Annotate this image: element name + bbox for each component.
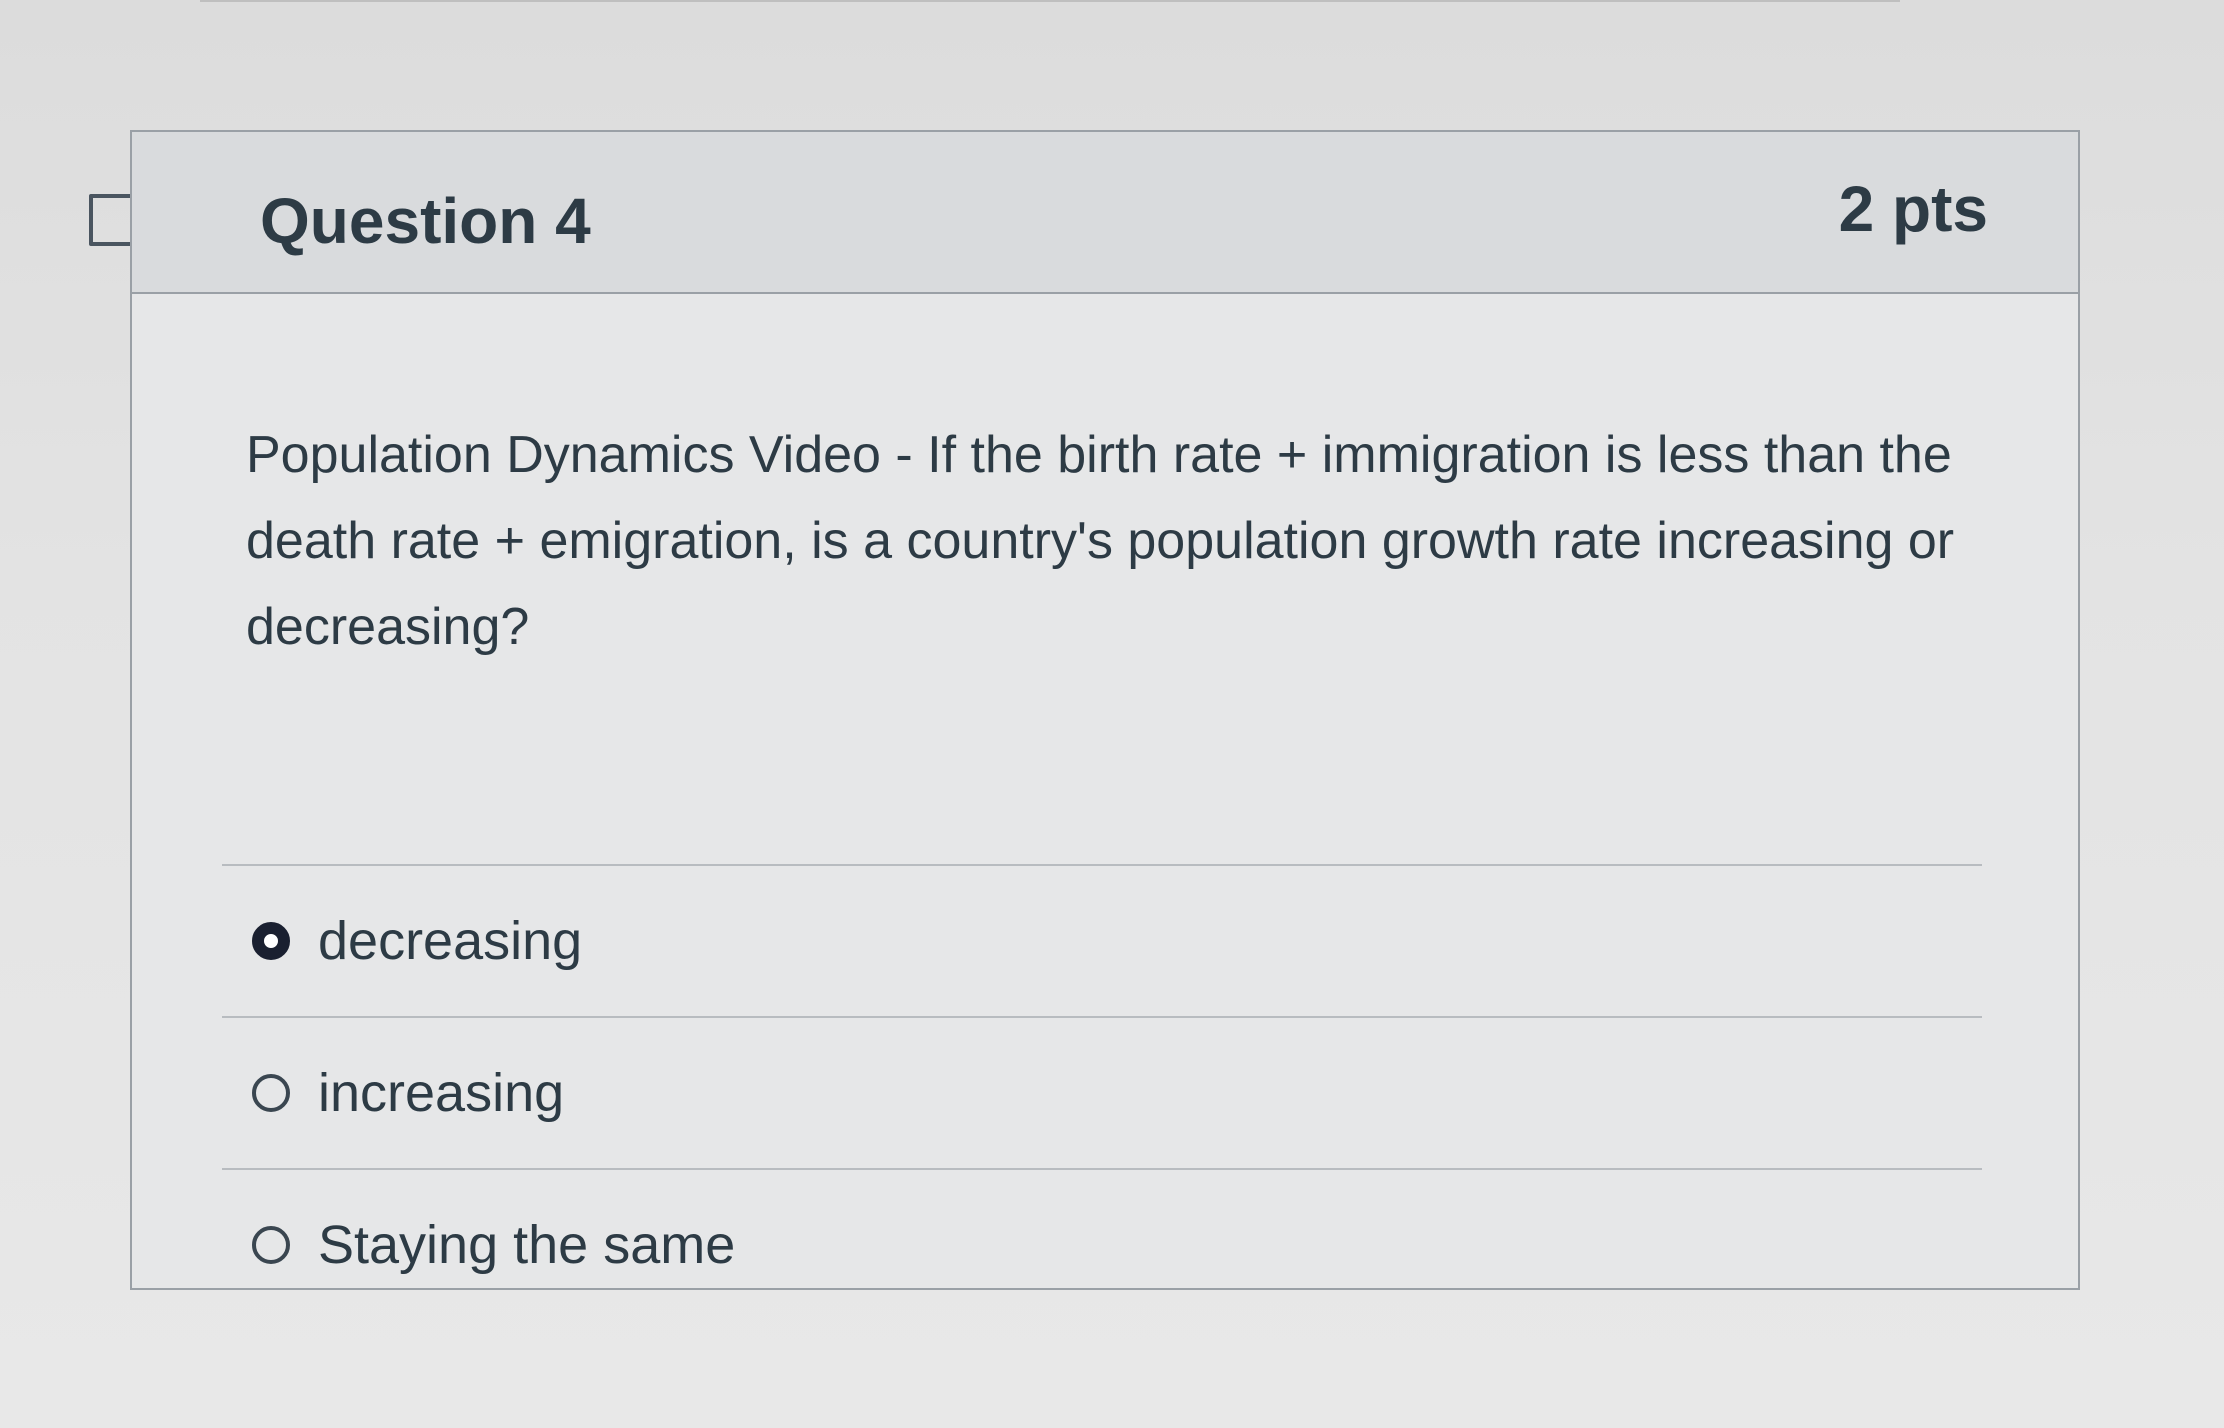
top-divider	[200, 0, 1900, 2]
question-card: Question 4 2 pts Population Dynamics Vid…	[130, 130, 2080, 1290]
radio-unselected-icon[interactable]	[252, 1074, 290, 1112]
radio-selected-icon[interactable]	[252, 922, 290, 960]
answer-option[interactable]: Staying the same	[222, 1170, 1982, 1320]
answer-option[interactable]: decreasing	[222, 866, 1982, 1016]
answer-label[interactable]: Staying the same	[318, 1214, 735, 1276]
question-points: 2 pts	[1838, 173, 1988, 245]
radio-unselected-icon[interactable]	[252, 1226, 290, 1264]
question-text: Population Dynamics Video - If the birth…	[246, 426, 1955, 656]
question-header: Question 4 2 pts	[132, 132, 2078, 294]
question-title: Question 4	[260, 185, 591, 257]
answer-option[interactable]: increasing	[222, 1018, 1982, 1168]
answer-label[interactable]: increasing	[318, 1062, 564, 1124]
answer-label[interactable]: decreasing	[318, 910, 582, 972]
answer-list: decreasing increasing Staying the same	[222, 864, 1982, 1320]
